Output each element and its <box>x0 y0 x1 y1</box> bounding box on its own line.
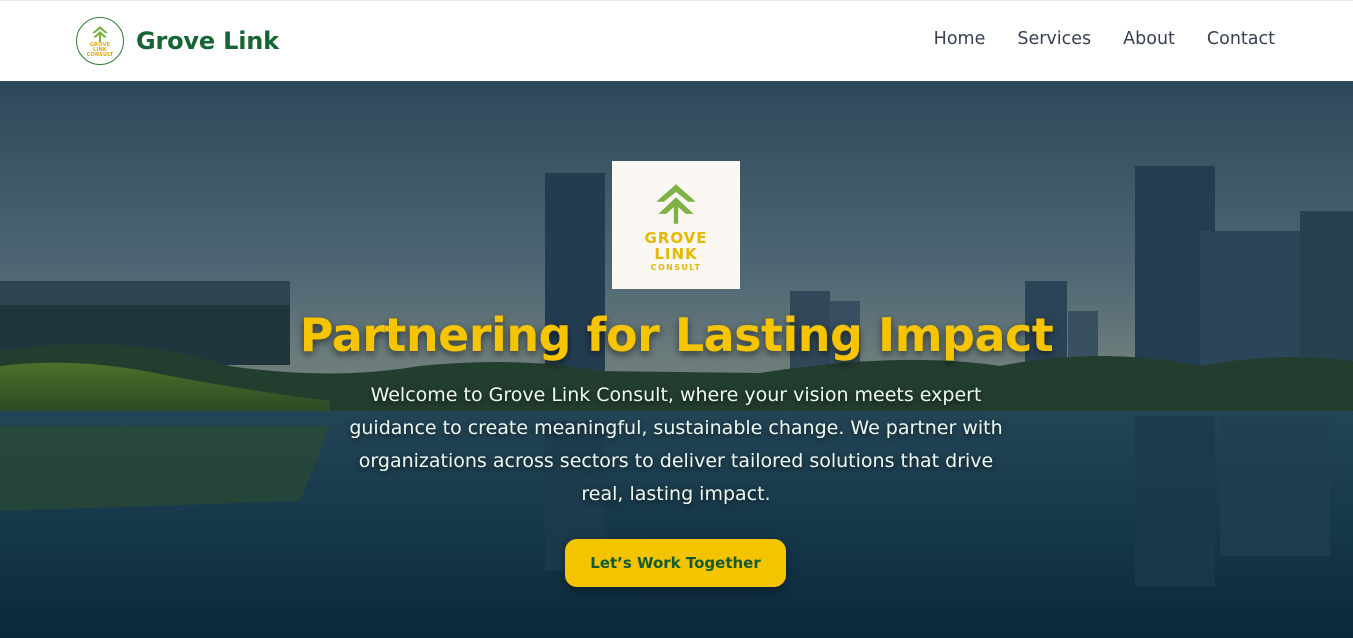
badge-word-3: CONSULT <box>86 51 114 58</box>
brand-logo[interactable]: GROVE LINK CONSULT <box>76 17 124 65</box>
nav-contact[interactable]: Contact <box>1207 29 1275 49</box>
tree-arrow-icon <box>92 25 108 42</box>
site-header: GROVE LINK CONSULT Grove Link Home Servi… <box>0 0 1353 81</box>
hero-logo: GROVE LINK CONSULT <box>612 161 740 289</box>
work-together-button[interactable]: Let’s Work Together <box>565 539 786 587</box>
brand-name[interactable]: Grove Link <box>136 27 279 55</box>
brand[interactable]: GROVE LINK CONSULT Grove Link <box>76 17 279 65</box>
hero-section: GROVE LINK CONSULT Partnering for Lastin… <box>0 81 1353 638</box>
hero-title: Partnering for Lasting Impact <box>299 308 1054 362</box>
hero-description: Welcome to Grove Link Consult, where you… <box>349 384 1003 505</box>
nav-about[interactable]: About <box>1123 29 1175 49</box>
nav-home[interactable]: Home <box>934 29 986 49</box>
hero-logo-word-2: LINK <box>654 245 698 263</box>
hero-logo-word-3: CONSULT <box>650 263 702 272</box>
nav-services[interactable]: Services <box>1017 29 1091 49</box>
tree-arrow-icon <box>656 184 696 224</box>
hero-logo-word-1: GROVE <box>644 229 708 247</box>
main-nav: Home Services About Contact <box>934 29 1275 49</box>
